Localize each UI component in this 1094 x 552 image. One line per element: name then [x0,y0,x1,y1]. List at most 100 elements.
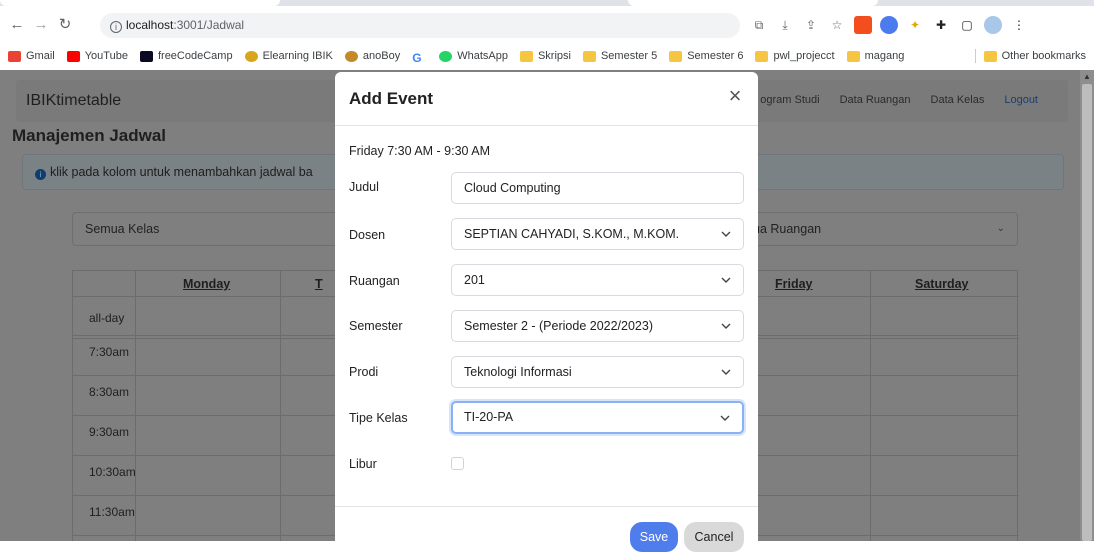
menu-kebab-icon[interactable]: ⋮ [1010,16,1028,34]
ruangan-label: Ruangan [349,274,400,288]
day-header-tuesday[interactable]: T [315,277,323,291]
folder-icon [983,50,997,62]
reload-icon[interactable]: ↻ [56,16,74,34]
nav-link-data-kelas[interactable]: Data Kelas [931,94,985,106]
tipe-kelas-label: Tipe Kelas [349,411,408,425]
bookmarks-divider [975,49,976,63]
bookmark-item[interactable]: YouTube [66,50,128,62]
open-in-app-icon[interactable]: ⧉ [750,16,768,34]
figma-extension-icon[interactable] [854,16,872,34]
other-bookmarks[interactable]: Other bookmarks [983,44,1086,68]
day-header-friday[interactable]: Friday [775,277,813,291]
url-host: localhost [126,18,174,32]
chevron-down-icon [720,415,730,421]
nav-link-logout[interactable]: Logout [1004,94,1038,106]
modal-footer-divider [335,506,758,507]
bookmark-folder[interactable]: pwl_projecct [755,50,835,62]
modal-header: Add Event × [335,72,758,126]
side-panel-icon[interactable]: ▢ [958,16,976,34]
bookmark-folder[interactable]: Semester 5 [582,50,657,62]
bookmark-star-icon[interactable]: ☆ [828,16,846,34]
room-filter-select[interactable]: ua Ruangan ⌄ [740,212,1018,246]
back-icon[interactable]: ← [8,16,26,34]
alert-text: klik pada kolom untuk menambahkan jadwal… [50,165,313,179]
close-icon[interactable]: × [724,85,746,108]
profile-avatar[interactable] [984,16,1002,34]
app-brand[interactable]: IBIKtimetable [26,92,121,110]
bookmark-item[interactable]: Gmail [8,50,55,62]
install-icon[interactable]: ⤓ [776,16,794,34]
modal-title: Add Event [349,89,434,108]
site-info-icon[interactable]: i [110,21,122,33]
grid-line [870,271,871,541]
page-scrollbar[interactable]: ▲ [1080,70,1094,541]
extension-bar: ⧉ ⤓ ⇪ ☆ ✦ ✚ ▢ ⋮ [750,14,1028,36]
libur-label: Libur [349,457,377,471]
forward-icon[interactable]: → [32,16,50,34]
dosen-label: Dosen [349,228,386,242]
chevron-down-icon [721,231,731,237]
time-label: 8:30am [89,385,130,399]
prodi-select[interactable]: Teknologi Informasi [451,356,744,388]
page-title: Manajemen Jadwal [12,126,167,145]
judul-input[interactable]: Cloud Computing [451,172,744,204]
libur-checkbox[interactable] [451,457,464,470]
folder-icon [519,50,533,62]
time-label: 11:30am [89,505,135,519]
freecodecamp-icon [139,50,153,62]
semester-label: Semester [349,319,403,333]
whatsapp-icon [439,50,453,62]
youtube-icon [66,50,80,62]
tipe-kelas-select[interactable]: TI-20-PA [451,401,744,434]
bookmark-item[interactable]: WhatsApp [439,50,508,62]
class-filter-select[interactable]: Semua Kelas [72,212,362,246]
add-event-modal: Add Event × Friday 7:30 AM - 9:30 AM Jud… [335,72,758,552]
prodi-label: Prodi [349,365,379,379]
anoboy-icon [344,50,358,62]
share-icon[interactable]: ⇪ [802,16,820,34]
bookmark-item[interactable]: Elearning IBIK [244,50,333,62]
nav-link-program-studi[interactable]: ogram Studi [760,94,819,106]
nav-link-data-ruangan[interactable]: Data Ruangan [840,94,911,106]
dosen-select[interactable]: SEPTIAN CAHYADI, S.KOM., M.KOM. [451,218,744,250]
save-button[interactable]: Save [630,522,678,552]
scrollbar-thumb[interactable] [1082,84,1092,541]
ruangan-select[interactable]: 201 [451,264,744,296]
time-label: all-day [89,311,125,325]
cancel-button[interactable]: Cancel [684,522,744,552]
extension-icon[interactable] [880,16,898,34]
elearning-icon [244,50,258,62]
day-header-monday[interactable]: Monday [183,277,230,291]
chevron-down-icon [721,277,731,283]
bookmark-folder[interactable]: Skripsi [519,50,571,62]
extension-icon-2[interactable]: ✦ [906,16,924,34]
folder-icon [669,50,683,62]
chevron-down-icon [721,369,731,375]
chevron-down-icon: ⌄ [996,223,1005,234]
grid-line [280,271,281,541]
semester-select[interactable]: Semester 2 - (Periode 2022/2023) [451,310,744,342]
event-time-range: Friday 7:30 AM - 9:30 AM [349,144,491,158]
time-label: 7:30am [89,345,130,359]
time-label: 9:30am [89,425,130,439]
nav-links: ogram Studi Data Ruangan Data Kelas Logo… [760,94,1038,106]
bookmark-folder[interactable]: Semester 6 [669,50,743,62]
folder-icon [755,50,769,62]
grid-line [135,271,136,541]
bookmark-item[interactable]: anoBoy [344,50,400,62]
url-path: :3001/Jadwal [173,18,245,32]
info-icon: i [35,169,46,180]
scroll-up-icon[interactable]: ▲ [1083,72,1091,81]
day-header-saturday[interactable]: Saturday [915,277,969,291]
address-bar[interactable]: i localhost:3001/Jadwal [100,13,740,38]
folder-icon [582,50,596,62]
bookmark-folder[interactable]: magang [846,50,904,62]
chevron-down-icon [721,323,731,329]
bookmark-item[interactable]: G [412,51,427,65]
time-label: 10:30am [89,465,136,479]
extensions-puzzle-icon[interactable]: ✚ [932,16,950,34]
bookmarks-bar: Gmail YouTube freeCodeCamp Elearning IBI… [0,44,1094,68]
bookmark-item[interactable]: freeCodeCamp [139,50,233,62]
tab-strip [0,0,1094,6]
judul-label: Judul [349,180,379,194]
